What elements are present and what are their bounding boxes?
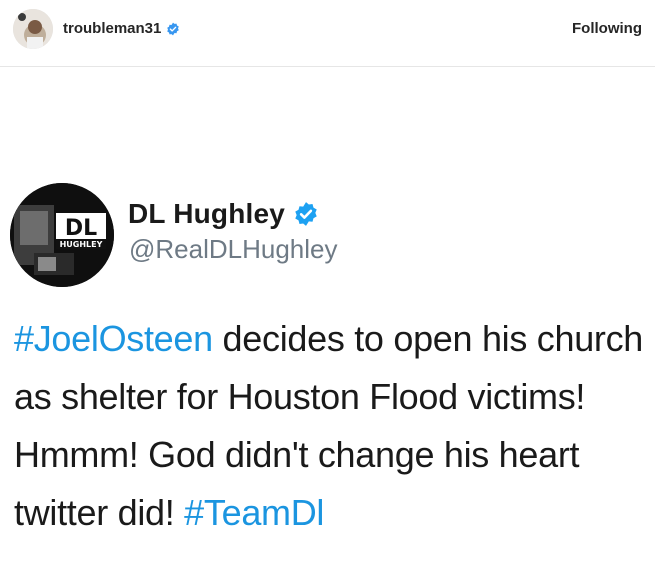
username-row: troubleman31 (63, 19, 180, 39)
tweet-author-row: DL Hughley (128, 196, 319, 232)
verified-badge-icon (166, 22, 180, 36)
instagram-post-frame: troubleman31 Following DL HUGHLEY DL Hug… (0, 0, 655, 585)
hashtag-joelosteen: #JoelOsteen (14, 318, 213, 359)
avatar-image (13, 9, 53, 49)
tweet-display-name: DL Hughley (128, 198, 286, 229)
tweet-handle: @RealDLHughley (129, 234, 338, 264)
following-button[interactable]: Following (572, 19, 642, 39)
username-link[interactable]: troubleman31 (63, 19, 161, 39)
avatar-logo-hughley: HUGHLEY (60, 240, 103, 249)
avatar-logo-dl: DL (65, 216, 97, 241)
tweet-avatar-image: DL HUGHLEY (10, 183, 114, 287)
tweet-avatar: DL HUGHLEY (10, 183, 114, 287)
hashtag-teamdl: #TeamDl (184, 492, 325, 533)
post-header: troubleman31 Following (0, 0, 655, 67)
verified-badge-icon (293, 201, 319, 227)
tweet-screenshot: DL HUGHLEY DL Hughley @RealDLHughley #Jo… (0, 68, 655, 585)
user-avatar[interactable] (13, 9, 53, 49)
tweet-text: #JoelOsteen decides to open his church a… (14, 310, 644, 542)
